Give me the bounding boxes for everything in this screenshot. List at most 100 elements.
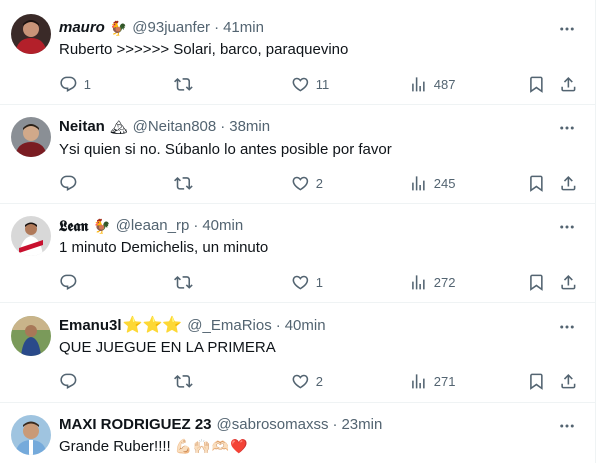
view-count: 272 (433, 274, 456, 290)
display-name[interactable]: 𝕷𝖊𝖆𝖓 (59, 216, 88, 236)
separator-dot: · (220, 118, 226, 135)
share-icon (561, 373, 576, 389)
emoji-string: 💪🏻🙌🏻🫶🏻❤️ (174, 438, 249, 454)
timestamp[interactable]: 38min (229, 117, 270, 137)
tweet-header: MAXI RODRIGUEZ 23 @sabrosomaxss · 23min (59, 415, 382, 435)
views-icon (412, 274, 425, 290)
more-options-icon[interactable] (557, 19, 577, 39)
bookmark-icon (530, 175, 543, 192)
avatar[interactable] (11, 316, 51, 356)
bookmark-button[interactable] (527, 173, 546, 193)
reply-icon (60, 373, 77, 389)
views-button[interactable]: 271 (409, 371, 455, 391)
view-count: 487 (433, 76, 456, 92)
separator-dot: · (332, 416, 338, 433)
user-handle[interactable]: @leaan_rp (116, 216, 190, 236)
views-button[interactable]: 487 (409, 74, 455, 94)
display-name[interactable]: Emanu3l (59, 316, 122, 336)
display-name[interactable]: MAXI RODRIGUEZ 23 (59, 415, 212, 435)
star-icon: ⭐⭐⭐ (122, 317, 183, 334)
retweet-icon (174, 176, 193, 190)
bookmark-button[interactable] (527, 371, 546, 391)
tweet-header: mauro 🐓 @93juanfer · 41min (59, 18, 264, 38)
avatar[interactable] (11, 117, 51, 157)
tweet-header: Emanu3l ⭐⭐⭐ @_EmaRios · 40min (59, 316, 326, 336)
tweet-text-body: Grande Ruber!!!! (59, 438, 171, 455)
display-name[interactable]: Neitan (59, 117, 105, 137)
retweet-icon (174, 374, 193, 388)
tweet-text: 1 minuto Demichelis, un minuto (59, 239, 269, 256)
views-button[interactable]: 245 (409, 173, 455, 193)
tweet[interactable]: MAXI RODRIGUEZ 23 @sabrosomaxss · 23min … (0, 403, 596, 463)
timestamp[interactable]: 40min (202, 216, 243, 236)
tweet[interactable]: mauro 🐓 @93juanfer · 41min Ruberto >>>>>… (0, 0, 596, 105)
display-name[interactable]: mauro (59, 18, 105, 38)
reply-icon (60, 274, 77, 290)
avatar[interactable] (11, 216, 51, 256)
reply-icon (60, 175, 77, 191)
tweet-text: QUE JUEGUE EN LA PRIMERA (59, 339, 276, 356)
tweet-text: Ruberto >>>>>> Solari, barco, paraquevin… (59, 41, 349, 58)
tweet-header: 𝕷𝖊𝖆𝖓 🐓 @leaan_rp · 40min (59, 216, 243, 236)
timestamp[interactable]: 41min (223, 18, 264, 38)
share-button[interactable] (559, 371, 578, 391)
more-options-icon[interactable] (557, 118, 577, 138)
user-handle[interactable]: @93juanfer (132, 18, 210, 38)
share-icon (561, 76, 576, 92)
name-emoji: 🏔 (109, 119, 128, 135)
reply-button[interactable]: 1 (59, 74, 91, 94)
reply-button[interactable] (59, 272, 84, 292)
timestamp[interactable]: 40min (285, 316, 326, 336)
name-emoji: 🐓 (93, 218, 111, 234)
views-icon (412, 175, 425, 191)
share-icon (561, 175, 576, 191)
tweet-actions: 2 271 (59, 371, 579, 391)
avatar[interactable] (11, 415, 51, 455)
tweet-actions: 1 272 (59, 272, 579, 292)
retweet-button[interactable] (174, 371, 199, 391)
tweet[interactable]: Neitan 🏔 @Neitan808 · 38min Ysi quien si… (0, 105, 596, 204)
bookmark-button[interactable] (527, 272, 546, 292)
more-options-icon[interactable] (557, 217, 577, 237)
like-button[interactable]: 2 (291, 371, 323, 391)
reply-button[interactable] (59, 173, 84, 193)
more-options-icon[interactable] (557, 317, 577, 337)
retweet-button[interactable] (174, 272, 199, 292)
tweet[interactable]: 𝕷𝖊𝖆𝖓 🐓 @leaan_rp · 40min 1 minuto Demich… (0, 204, 596, 303)
heart-icon (292, 275, 309, 290)
views-button[interactable]: 272 (409, 272, 455, 292)
like-button[interactable]: 11 (291, 74, 329, 94)
share-button[interactable] (559, 74, 578, 94)
tweet[interactable]: Emanu3l ⭐⭐⭐ @_EmaRios · 40min QUE JUEGUE… (0, 303, 596, 403)
bookmark-button[interactable] (527, 74, 546, 94)
tweet-text: Grande Ruber!!!! 💪🏻🙌🏻🫶🏻❤️ (59, 436, 248, 457)
reply-button[interactable] (59, 371, 84, 391)
heart-icon (292, 374, 309, 389)
share-button[interactable] (559, 272, 578, 292)
share-button[interactable] (559, 173, 578, 193)
tweet-actions: 2 245 (59, 173, 579, 193)
share-icon (561, 274, 576, 290)
more-options-icon[interactable] (557, 416, 577, 436)
views-icon (412, 373, 425, 389)
heart-icon (292, 176, 309, 191)
user-handle[interactable]: @sabrosomaxss (217, 415, 329, 435)
bookmark-icon (530, 76, 543, 93)
retweet-button[interactable] (174, 173, 199, 193)
user-handle[interactable]: @_EmaRios (187, 316, 271, 336)
tweet-actions: 1 11 487 (59, 74, 579, 94)
avatar[interactable] (11, 14, 51, 54)
view-count: 271 (433, 373, 456, 389)
heart-icon (292, 77, 309, 92)
like-button[interactable]: 1 (291, 272, 323, 292)
user-handle[interactable]: @Neitan808 (133, 117, 217, 137)
bookmark-icon (530, 274, 543, 291)
like-button[interactable]: 2 (291, 173, 323, 193)
like-count: 11 (315, 76, 330, 92)
retweet-icon (174, 77, 193, 91)
separator-dot: · (214, 19, 220, 36)
retweet-button[interactable] (174, 74, 199, 94)
reply-icon (60, 76, 77, 92)
timestamp[interactable]: 23min (341, 415, 382, 435)
retweet-icon (174, 275, 193, 289)
